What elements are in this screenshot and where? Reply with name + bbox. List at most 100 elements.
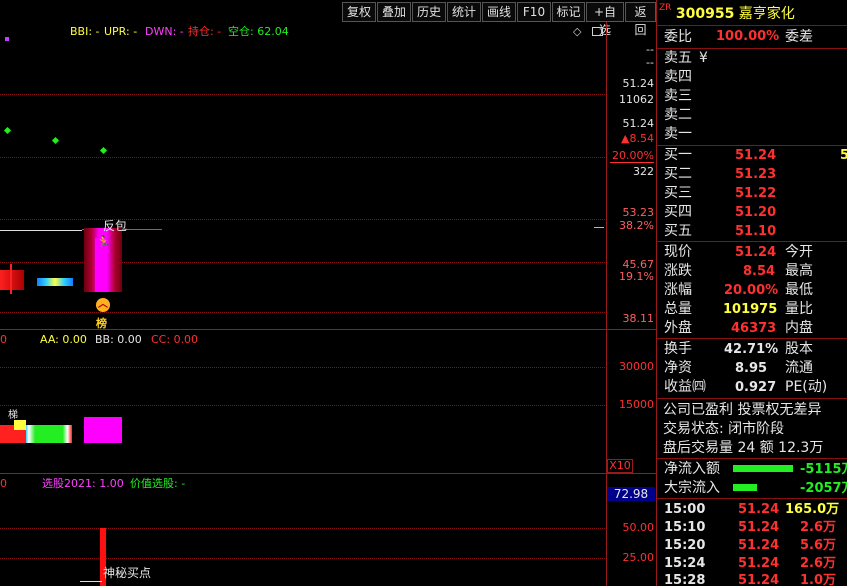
tick-vol: 5.6万	[800, 538, 837, 553]
tick-vol: 2.6万	[800, 520, 837, 535]
quote-label2: 量比	[785, 301, 813, 317]
quote-value: 101975	[723, 302, 778, 317]
quote-label: 现价	[664, 244, 692, 260]
volume-bar	[26, 425, 72, 443]
axis-fib: 38.2%	[619, 219, 654, 232]
quote-label: 涨幅	[664, 282, 692, 298]
buy5-label: 买五	[664, 223, 692, 239]
diamond-icon[interactable]: ◇	[573, 25, 581, 38]
info-profit: 公司已盈利 投票权无差异	[663, 402, 822, 418]
back-button[interactable]: 返回	[625, 2, 656, 37]
tick-vol: 2.6万	[800, 556, 837, 571]
tick-price: 51.24	[738, 520, 780, 535]
axis-pct: 20.00%	[612, 149, 654, 162]
fanbao-label: 反包	[103, 219, 128, 233]
axis-dash: --	[646, 56, 654, 69]
person-icon: 🏃	[96, 235, 111, 249]
tick-price: 51.24	[738, 502, 780, 517]
buy1-vol: 5	[840, 148, 847, 163]
buy2-label: 买二	[664, 166, 692, 182]
tick-time: 15:24	[664, 556, 706, 571]
stock-name: 嘉亨家化	[738, 6, 795, 22]
axis-sub2: 50.00	[622, 521, 655, 534]
axis-dash: --	[646, 43, 654, 56]
fund-label2: 股本	[785, 341, 813, 357]
quote-value: 51.24	[735, 245, 777, 260]
legend-bb: BB: 0.00	[95, 333, 142, 346]
info-after-hours: 盘后交易量 24 额 12.3万	[663, 440, 824, 456]
axis-price: 53.23	[622, 206, 655, 219]
axis-current-value: 72.98	[607, 487, 655, 501]
quote-label: 涨跌	[664, 263, 692, 279]
diejia-button[interactable]: 叠加	[377, 2, 411, 22]
draw-line-button[interactable]: 画线	[482, 2, 516, 22]
buy5-price: 51.10	[735, 224, 777, 239]
fuquan-button[interactable]: 复权	[342, 2, 376, 22]
add-watchlist-button[interactable]: +自选	[586, 2, 624, 37]
sell2-label: 卖二	[664, 107, 692, 123]
buy1-price: 51.24	[735, 148, 777, 163]
flow-value: -2057万	[800, 481, 847, 496]
stock-prefix: ZR	[659, 3, 672, 13]
quote-label2: 今开	[785, 244, 813, 260]
flow-value: -5115万	[800, 462, 847, 477]
chevron-up-icon: ︿	[96, 298, 110, 312]
stock-header[interactable]: ZR 300955 嘉亨家化	[659, 3, 795, 23]
tick-time: 15:20	[664, 538, 706, 553]
f10-button[interactable]: F10	[517, 2, 551, 22]
stock-code: 300955	[675, 6, 735, 22]
tick-time: 15:00	[664, 502, 706, 517]
tick-price: 51.24	[738, 556, 780, 571]
sell3-label: 卖三	[664, 88, 692, 104]
signal-dot	[99, 146, 108, 155]
legend-jiazhi: 价值选股: -	[130, 477, 186, 490]
x10-badge[interactable]: X10	[607, 459, 633, 473]
fund-label: 换手	[664, 341, 692, 357]
buy4-price: 51.20	[735, 205, 777, 220]
legend-aa: AA: 0.00	[40, 333, 87, 346]
quote-label: 外盘	[664, 320, 692, 336]
quote-value: 20.00%	[724, 283, 779, 298]
ti-label: 梯	[8, 410, 18, 421]
volume-bar	[84, 417, 122, 443]
quote-label2: 最高	[785, 263, 813, 279]
fund-value: 0.927	[735, 380, 777, 395]
stats-button[interactable]: 统计	[447, 2, 481, 22]
sub1-zero: 0	[0, 333, 7, 346]
weicha-label: 委差	[785, 29, 813, 45]
buy3-price: 51.22	[735, 186, 777, 201]
axis-volume: 11062	[619, 93, 654, 106]
axis-tick	[594, 227, 604, 228]
mark-button[interactable]: 标记	[552, 2, 585, 22]
history-button[interactable]: 历史	[412, 2, 446, 22]
axis-sub1: 15000	[619, 398, 654, 411]
tick-time: 15:28	[664, 573, 706, 586]
fund-value: 42.71%	[724, 342, 779, 357]
sell1-label: 卖一	[664, 126, 692, 142]
quote-label2: 内盘	[785, 320, 813, 336]
quote-label2: 最低	[785, 282, 813, 298]
fund-value: 8.95	[735, 361, 768, 376]
legend-kongcang: 空仓: 62.04	[228, 25, 289, 38]
fund-label: 净资	[664, 360, 692, 376]
fund-label2: 流通	[785, 360, 813, 376]
fund-label2: PE(动)	[785, 379, 828, 395]
buy4-label: 买四	[664, 204, 692, 220]
window-icon[interactable]	[592, 27, 603, 36]
sell5-label: 卖五	[664, 50, 692, 66]
info-status: 交易状态: 闭市阶段	[663, 421, 785, 437]
shenmi-label: 神秘买点	[103, 566, 152, 580]
legend-bbi: BBI: -	[70, 25, 100, 38]
bbi-line	[0, 230, 82, 231]
axis-change: ▲8.54	[621, 132, 654, 145]
signal-line	[80, 581, 102, 582]
tick-time: 15:10	[664, 520, 706, 535]
fund-label: 收益㈣	[664, 379, 706, 395]
weibi-value: 100.00%	[716, 29, 780, 44]
flow-bar	[733, 465, 793, 472]
axis-sub2: 25.00	[622, 551, 655, 564]
tick-vol: 165.0万	[785, 502, 840, 517]
axis-fib: 19.1%	[619, 270, 654, 283]
quote-label: 总量	[664, 301, 692, 317]
axis-sub1: 30000	[619, 360, 654, 373]
